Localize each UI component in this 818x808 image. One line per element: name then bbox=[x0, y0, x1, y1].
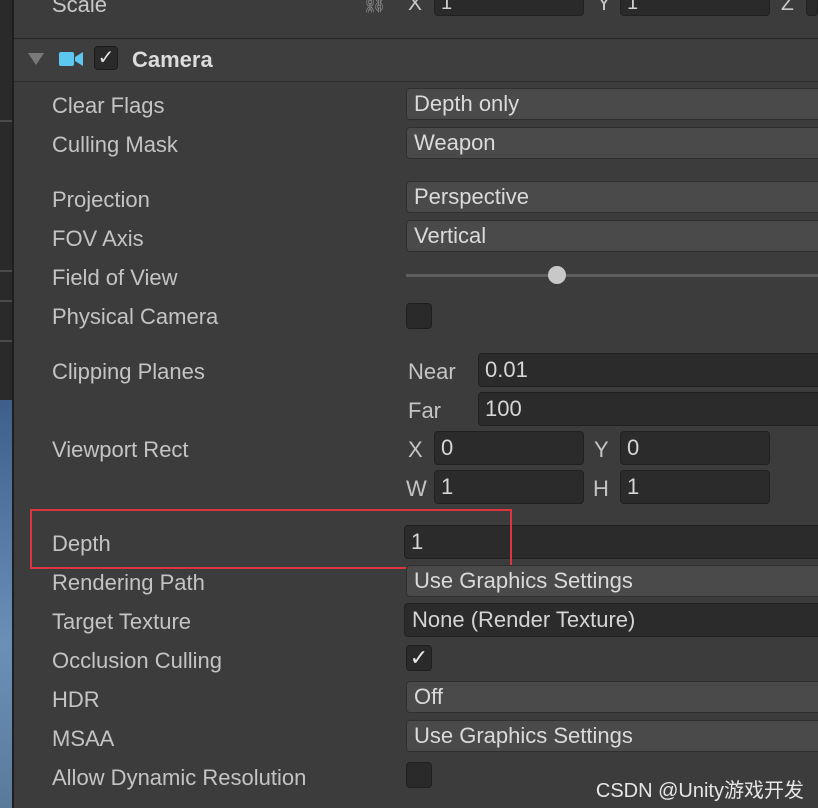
component-title: Camera bbox=[132, 47, 213, 72]
scale-y-label: Y bbox=[597, 0, 612, 15]
culling-mask-dropdown[interactable]: Weapon bbox=[406, 127, 818, 159]
field-of-view-label: Field of View bbox=[52, 265, 178, 290]
culling-mask-label: Culling Mask bbox=[52, 132, 178, 157]
camera-component-header[interactable]: ✓ Camera bbox=[14, 38, 818, 82]
watermark-text: CSDN @Unity游戏开发 bbox=[595, 780, 804, 802]
allow-dynamic-resolution-label: Allow Dynamic Resolution bbox=[52, 765, 307, 790]
far-label: Far bbox=[408, 398, 441, 423]
occlusion-culling-label: Occlusion Culling bbox=[52, 648, 222, 673]
rendering-path-label: Rendering Path bbox=[52, 570, 205, 595]
projection-dropdown[interactable]: Perspective bbox=[406, 181, 818, 213]
link-icon[interactable]: ⛓ bbox=[362, 0, 387, 15]
viewport-h-input[interactable]: 1 bbox=[620, 470, 770, 504]
viewport-x-label: X bbox=[408, 437, 423, 462]
far-input[interactable]: 100 bbox=[478, 392, 818, 426]
target-texture-field[interactable]: None (Render Texture) bbox=[404, 603, 818, 637]
viewport-rect-label: Viewport Rect bbox=[52, 437, 189, 462]
fov-axis-label: FOV Axis bbox=[52, 226, 144, 251]
scale-y-input[interactable]: 1 bbox=[620, 0, 770, 16]
occlusion-culling-checkbox[interactable]: ✓ bbox=[406, 645, 432, 671]
physical-camera-label: Physical Camera bbox=[52, 304, 219, 329]
scale-z-input[interactable] bbox=[806, 0, 818, 16]
msaa-label: MSAA bbox=[52, 726, 115, 751]
divider bbox=[0, 120, 12, 122]
scale-label: Scale bbox=[52, 0, 108, 17]
divider bbox=[0, 300, 12, 302]
scale-x-label: X bbox=[408, 0, 423, 15]
clear-flags-label: Clear Flags bbox=[52, 93, 165, 118]
msaa-dropdown[interactable]: Use Graphics Settings bbox=[406, 720, 818, 752]
near-input[interactable]: 0.01 bbox=[478, 353, 818, 387]
component-enabled-checkbox[interactable]: ✓ bbox=[94, 46, 118, 70]
scene-preview bbox=[0, 400, 12, 808]
divider bbox=[0, 270, 12, 272]
viewport-y-input[interactable]: 0 bbox=[620, 431, 770, 465]
video-camera-icon bbox=[59, 52, 83, 66]
scene-view-edge bbox=[0, 0, 14, 808]
viewport-w-input[interactable]: 1 bbox=[434, 470, 584, 504]
clipping-planes-label: Clipping Planes bbox=[52, 359, 205, 384]
scale-x-input[interactable]: 1 bbox=[434, 0, 584, 16]
field-of-view-slider-thumb[interactable] bbox=[548, 266, 566, 284]
fov-axis-dropdown[interactable]: Vertical bbox=[406, 220, 818, 252]
rendering-path-dropdown[interactable]: Use Graphics Settings bbox=[406, 565, 818, 597]
near-label: Near bbox=[408, 359, 456, 384]
field-of-view-slider-track[interactable] bbox=[406, 274, 818, 277]
depth-input[interactable]: 1 bbox=[404, 525, 818, 559]
physical-camera-checkbox[interactable] bbox=[406, 303, 432, 329]
projection-label: Projection bbox=[52, 187, 150, 212]
viewport-h-label: H bbox=[593, 476, 609, 501]
viewport-y-label: Y bbox=[594, 437, 609, 462]
scale-z-label: Z bbox=[781, 0, 794, 15]
triangle-down-icon[interactable] bbox=[28, 53, 44, 65]
divider bbox=[0, 340, 12, 342]
allow-dynamic-resolution-checkbox[interactable] bbox=[406, 762, 432, 788]
hdr-label: HDR bbox=[52, 687, 100, 712]
viewport-w-label: W bbox=[406, 476, 427, 501]
depth-label: Depth bbox=[52, 531, 111, 556]
target-texture-label: Target Texture bbox=[52, 609, 192, 634]
viewport-x-input[interactable]: 0 bbox=[434, 431, 584, 465]
clear-flags-dropdown[interactable]: Depth only bbox=[406, 88, 818, 120]
hdr-dropdown[interactable]: Off bbox=[406, 681, 818, 713]
